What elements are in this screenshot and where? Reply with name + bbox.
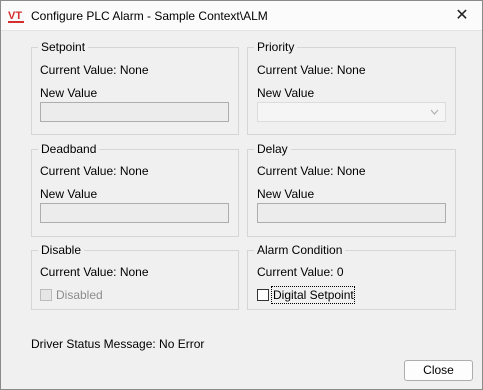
disabled-checkbox[interactable] bbox=[40, 289, 52, 301]
deadband-new-value-input[interactable] bbox=[40, 203, 229, 223]
disabled-checkbox-label: Disabled bbox=[56, 288, 103, 302]
priority-current-value: Current Value: None bbox=[257, 63, 366, 77]
disable-group: Disable Current Value: None Disabled bbox=[31, 243, 239, 310]
priority-title: Priority bbox=[254, 40, 298, 54]
close-button[interactable]: Close bbox=[404, 360, 473, 381]
window-title: Configure PLC Alarm - Sample Context\ALM bbox=[31, 9, 268, 23]
window-close-button[interactable]: ✕ bbox=[442, 1, 482, 30]
deadband-group: Deadband Current Value: None New Value bbox=[31, 142, 239, 237]
dialog-window: VT Configure PLC Alarm - Sample Context\… bbox=[0, 0, 483, 390]
app-logo-icon: VT bbox=[8, 10, 24, 23]
priority-new-value-label: New Value bbox=[257, 86, 315, 100]
chevron-down-icon bbox=[430, 109, 439, 115]
setpoint-group: Setpoint Current Value: None New Value bbox=[31, 40, 239, 135]
priority-group: Priority Current Value: None New Value bbox=[247, 40, 456, 135]
setpoint-new-value-label: New Value bbox=[40, 86, 98, 100]
alarm-condition-title: Alarm Condition bbox=[254, 243, 346, 257]
delay-group: Delay Current Value: None New Value bbox=[247, 142, 456, 237]
disable-current-value: Current Value: None bbox=[40, 265, 149, 279]
delay-new-value-input[interactable] bbox=[257, 203, 446, 223]
delay-current-value: Current Value: None bbox=[257, 164, 366, 178]
deadband-current-value: Current Value: None bbox=[40, 164, 149, 178]
setpoint-new-value-input[interactable] bbox=[40, 102, 229, 122]
deadband-new-value-label: New Value bbox=[40, 187, 98, 201]
driver-status-message: Driver Status Message: No Error bbox=[31, 337, 205, 351]
delay-title: Delay bbox=[254, 142, 291, 156]
setpoint-title: Setpoint bbox=[38, 40, 89, 54]
setpoint-current-value: Current Value: None bbox=[40, 63, 149, 77]
disable-title: Disable bbox=[38, 243, 85, 257]
deadband-title: Deadband bbox=[38, 142, 100, 156]
digital-setpoint-checkbox[interactable] bbox=[257, 289, 269, 301]
alarm-condition-current-value: Current Value: 0 bbox=[257, 265, 344, 279]
alarm-condition-group: Alarm Condition Current Value: 0 Digital… bbox=[247, 243, 456, 310]
title-bar: VT Configure PLC Alarm - Sample Context\… bbox=[1, 1, 482, 31]
svg-text:VT: VT bbox=[8, 10, 22, 22]
delay-new-value-label: New Value bbox=[257, 187, 315, 201]
priority-select[interactable] bbox=[257, 102, 446, 122]
digital-setpoint-label[interactable]: Digital Setpoint bbox=[273, 288, 354, 302]
